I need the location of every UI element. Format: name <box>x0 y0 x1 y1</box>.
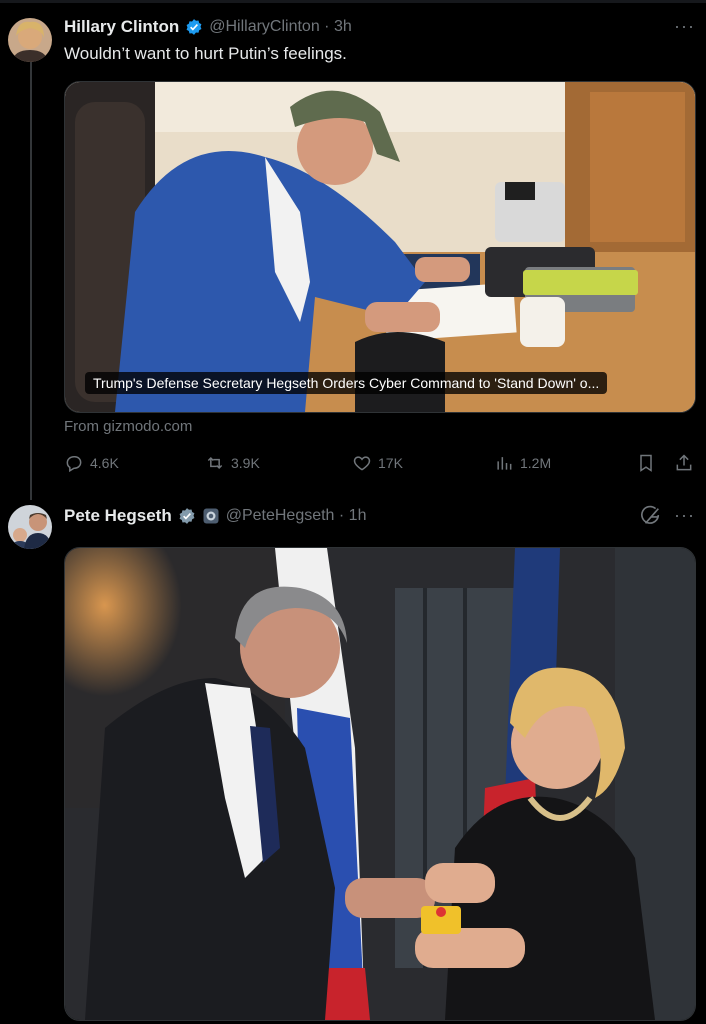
like-count: 17K <box>378 455 403 471</box>
views-icon <box>497 457 512 470</box>
avatar-hillary[interactable] <box>8 18 52 62</box>
author-name[interactable]: Hillary Clinton <box>64 17 179 37</box>
reply-icon <box>66 456 82 473</box>
share-icon <box>676 454 692 471</box>
repost-button[interactable]: 3.9K <box>205 453 260 473</box>
more-icon[interactable]: ··· <box>674 505 695 526</box>
tweet-photo[interactable] <box>64 547 696 1021</box>
author-name-2[interactable]: Pete Hegseth <box>64 506 172 526</box>
repost-icon <box>207 456 223 470</box>
handle-and-time[interactable]: @HillaryClinton · 3h <box>209 18 352 36</box>
verified-badge-icon[interactable] <box>185 18 203 36</box>
repost-count: 3.9K <box>231 455 260 471</box>
bookmark-button[interactable] <box>636 453 656 473</box>
top-divider <box>0 0 706 3</box>
like-button[interactable]: 17K <box>352 453 403 473</box>
hegseth-signing-photo <box>65 82 695 412</box>
link-card-image[interactable]: Trump's Defense Secretary Hegseth Orders… <box>64 81 696 413</box>
tweet-text: Wouldn’t want to hurt Putin’s feelings. <box>64 44 347 63</box>
share-button[interactable] <box>674 453 694 473</box>
reply-button[interactable]: 4.6K <box>64 453 119 473</box>
handle-and-time-2[interactable]: @PeteHegseth · 1h <box>226 507 367 525</box>
like-icon <box>353 456 371 471</box>
tweet-header-2: Pete Hegseth @PeteHegseth · 1h <box>64 506 366 526</box>
link-source[interactable]: From gizmodo.com <box>64 418 192 435</box>
avatar-hegseth[interactable] <box>8 505 52 549</box>
tweet-header: Hillary Clinton @HillaryClinton · 3h <box>64 17 352 37</box>
reply-count: 4.6K <box>90 455 119 471</box>
views-button[interactable]: 1.2M <box>494 453 551 473</box>
bookmark-icon <box>640 454 652 472</box>
lavrov-clinton-reset-button-photo <box>65 548 695 1020</box>
views-count: 1.2M <box>520 455 552 471</box>
thread-connector-line <box>30 62 32 500</box>
verified-badge-icon[interactable] <box>178 507 196 525</box>
grok-icon[interactable] <box>640 505 662 532</box>
government-badge-icon[interactable] <box>202 507 220 525</box>
link-card-caption: Trump's Defense Secretary Hegseth Orders… <box>85 372 608 394</box>
more-icon[interactable]: ··· <box>674 16 695 37</box>
